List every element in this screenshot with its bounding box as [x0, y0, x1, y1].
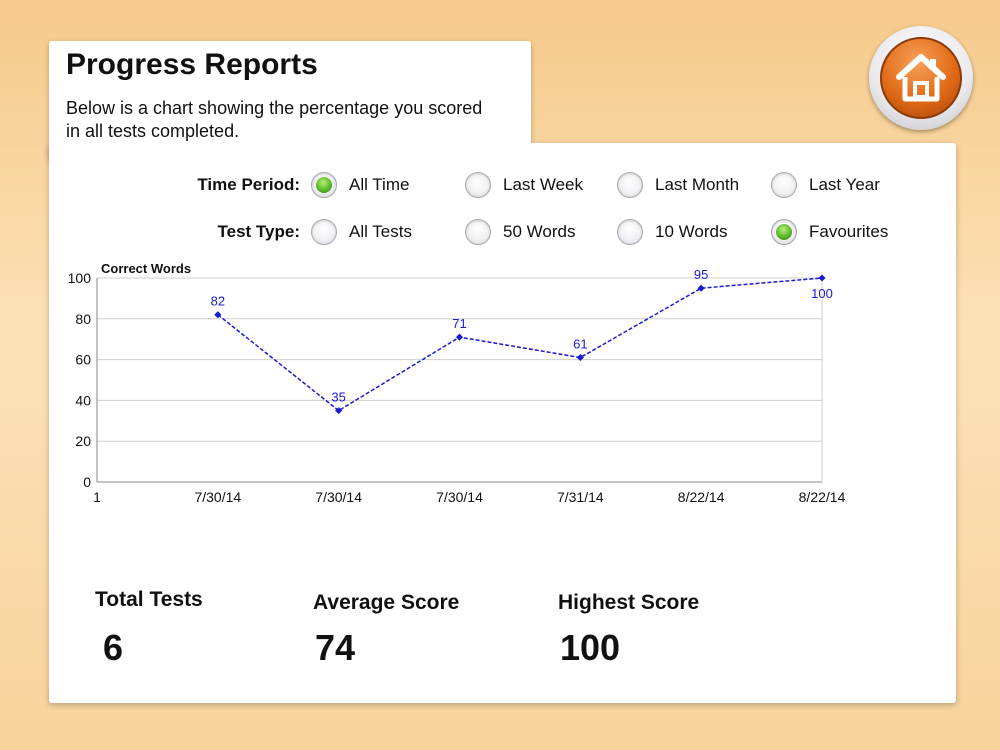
radio-icon	[617, 172, 643, 198]
data-label: 61	[573, 337, 587, 352]
total-tests-value: 6	[103, 627, 124, 668]
y-tick-label: 80	[75, 311, 91, 327]
home-button-face	[880, 37, 962, 119]
time-period-option-last-week[interactable]: Last Week	[465, 170, 583, 200]
option-label: All Time	[349, 175, 410, 194]
time-period-label: Time Period:	[197, 175, 300, 194]
highest-score-label: Highest Score	[558, 591, 700, 614]
option-label: 50 Words	[503, 222, 576, 241]
x-tick-label: 8/22/14	[678, 489, 725, 505]
radio-icon	[465, 172, 491, 198]
option-label: 10 Words	[655, 222, 728, 241]
option-label: Last Year	[809, 175, 880, 194]
x-tick-label: 7/30/14	[436, 489, 483, 505]
y-tick-label: 100	[68, 270, 92, 286]
time-period-option-last-month[interactable]: Last Month	[617, 170, 739, 200]
progress-line-chart: 0 20 40 60 80 100 Correct Words 1 7/30/14 7/30/14…	[68, 261, 846, 505]
page-subtitle: Below is a chart showing the percentage …	[66, 98, 483, 141]
radio-icon	[311, 219, 337, 245]
average-score-label: Average Score	[313, 591, 460, 614]
time-period-option-all-time[interactable]: All Time	[311, 170, 409, 200]
data-label: 35	[331, 390, 345, 405]
data-label: 71	[452, 316, 466, 331]
data-label: 95	[694, 267, 708, 282]
option-label: Last Month	[655, 175, 740, 194]
option-label: All Tests	[349, 222, 412, 241]
y-axis-title: Correct Words	[101, 261, 191, 276]
x-tick-label: 1	[93, 489, 101, 505]
home-button[interactable]	[869, 26, 973, 130]
data-point	[818, 274, 826, 282]
y-tick-label: 60	[75, 352, 91, 368]
x-tick-label: 7/30/14	[315, 489, 362, 505]
x-tick-label: 7/31/14	[557, 489, 604, 505]
radio-selected-icon	[771, 219, 797, 245]
option-label: Favourites	[809, 222, 889, 241]
data-point	[455, 333, 464, 341]
data-point	[697, 284, 705, 292]
y-tick-label: 20	[75, 433, 91, 449]
time-period-option-last-year[interactable]: Last Year	[771, 170, 880, 200]
page-title: Progress Reports	[66, 48, 318, 81]
test-type-label: Test Type:	[217, 222, 301, 241]
series-line	[217, 277, 823, 412]
home-icon	[896, 54, 946, 102]
x-tick-label: 8/22/14	[799, 489, 846, 505]
data-label: 100	[811, 286, 833, 301]
option-label: Last Week	[503, 175, 584, 194]
highest-score-value: 100	[560, 627, 621, 668]
radio-icon	[617, 219, 643, 245]
data-label: 82	[211, 294, 225, 309]
radio-icon	[465, 219, 491, 245]
y-tick-label: 40	[75, 392, 91, 408]
radio-selected-icon	[311, 172, 337, 198]
test-type-option-all-tests[interactable]: All Tests	[311, 217, 412, 247]
y-tick-label: 0	[83, 474, 91, 490]
test-type-option-favourites[interactable]: Favourites	[771, 217, 888, 247]
test-type-option-50-words[interactable]: 50 Words	[465, 217, 575, 247]
x-tick-label: 7/30/14	[194, 489, 241, 505]
total-tests-label: Total Tests	[95, 588, 203, 611]
panel-join	[49, 140, 531, 162]
average-score-value: 74	[315, 627, 356, 668]
test-type-option-10-words[interactable]: 10 Words	[617, 217, 727, 247]
radio-icon	[771, 172, 797, 198]
